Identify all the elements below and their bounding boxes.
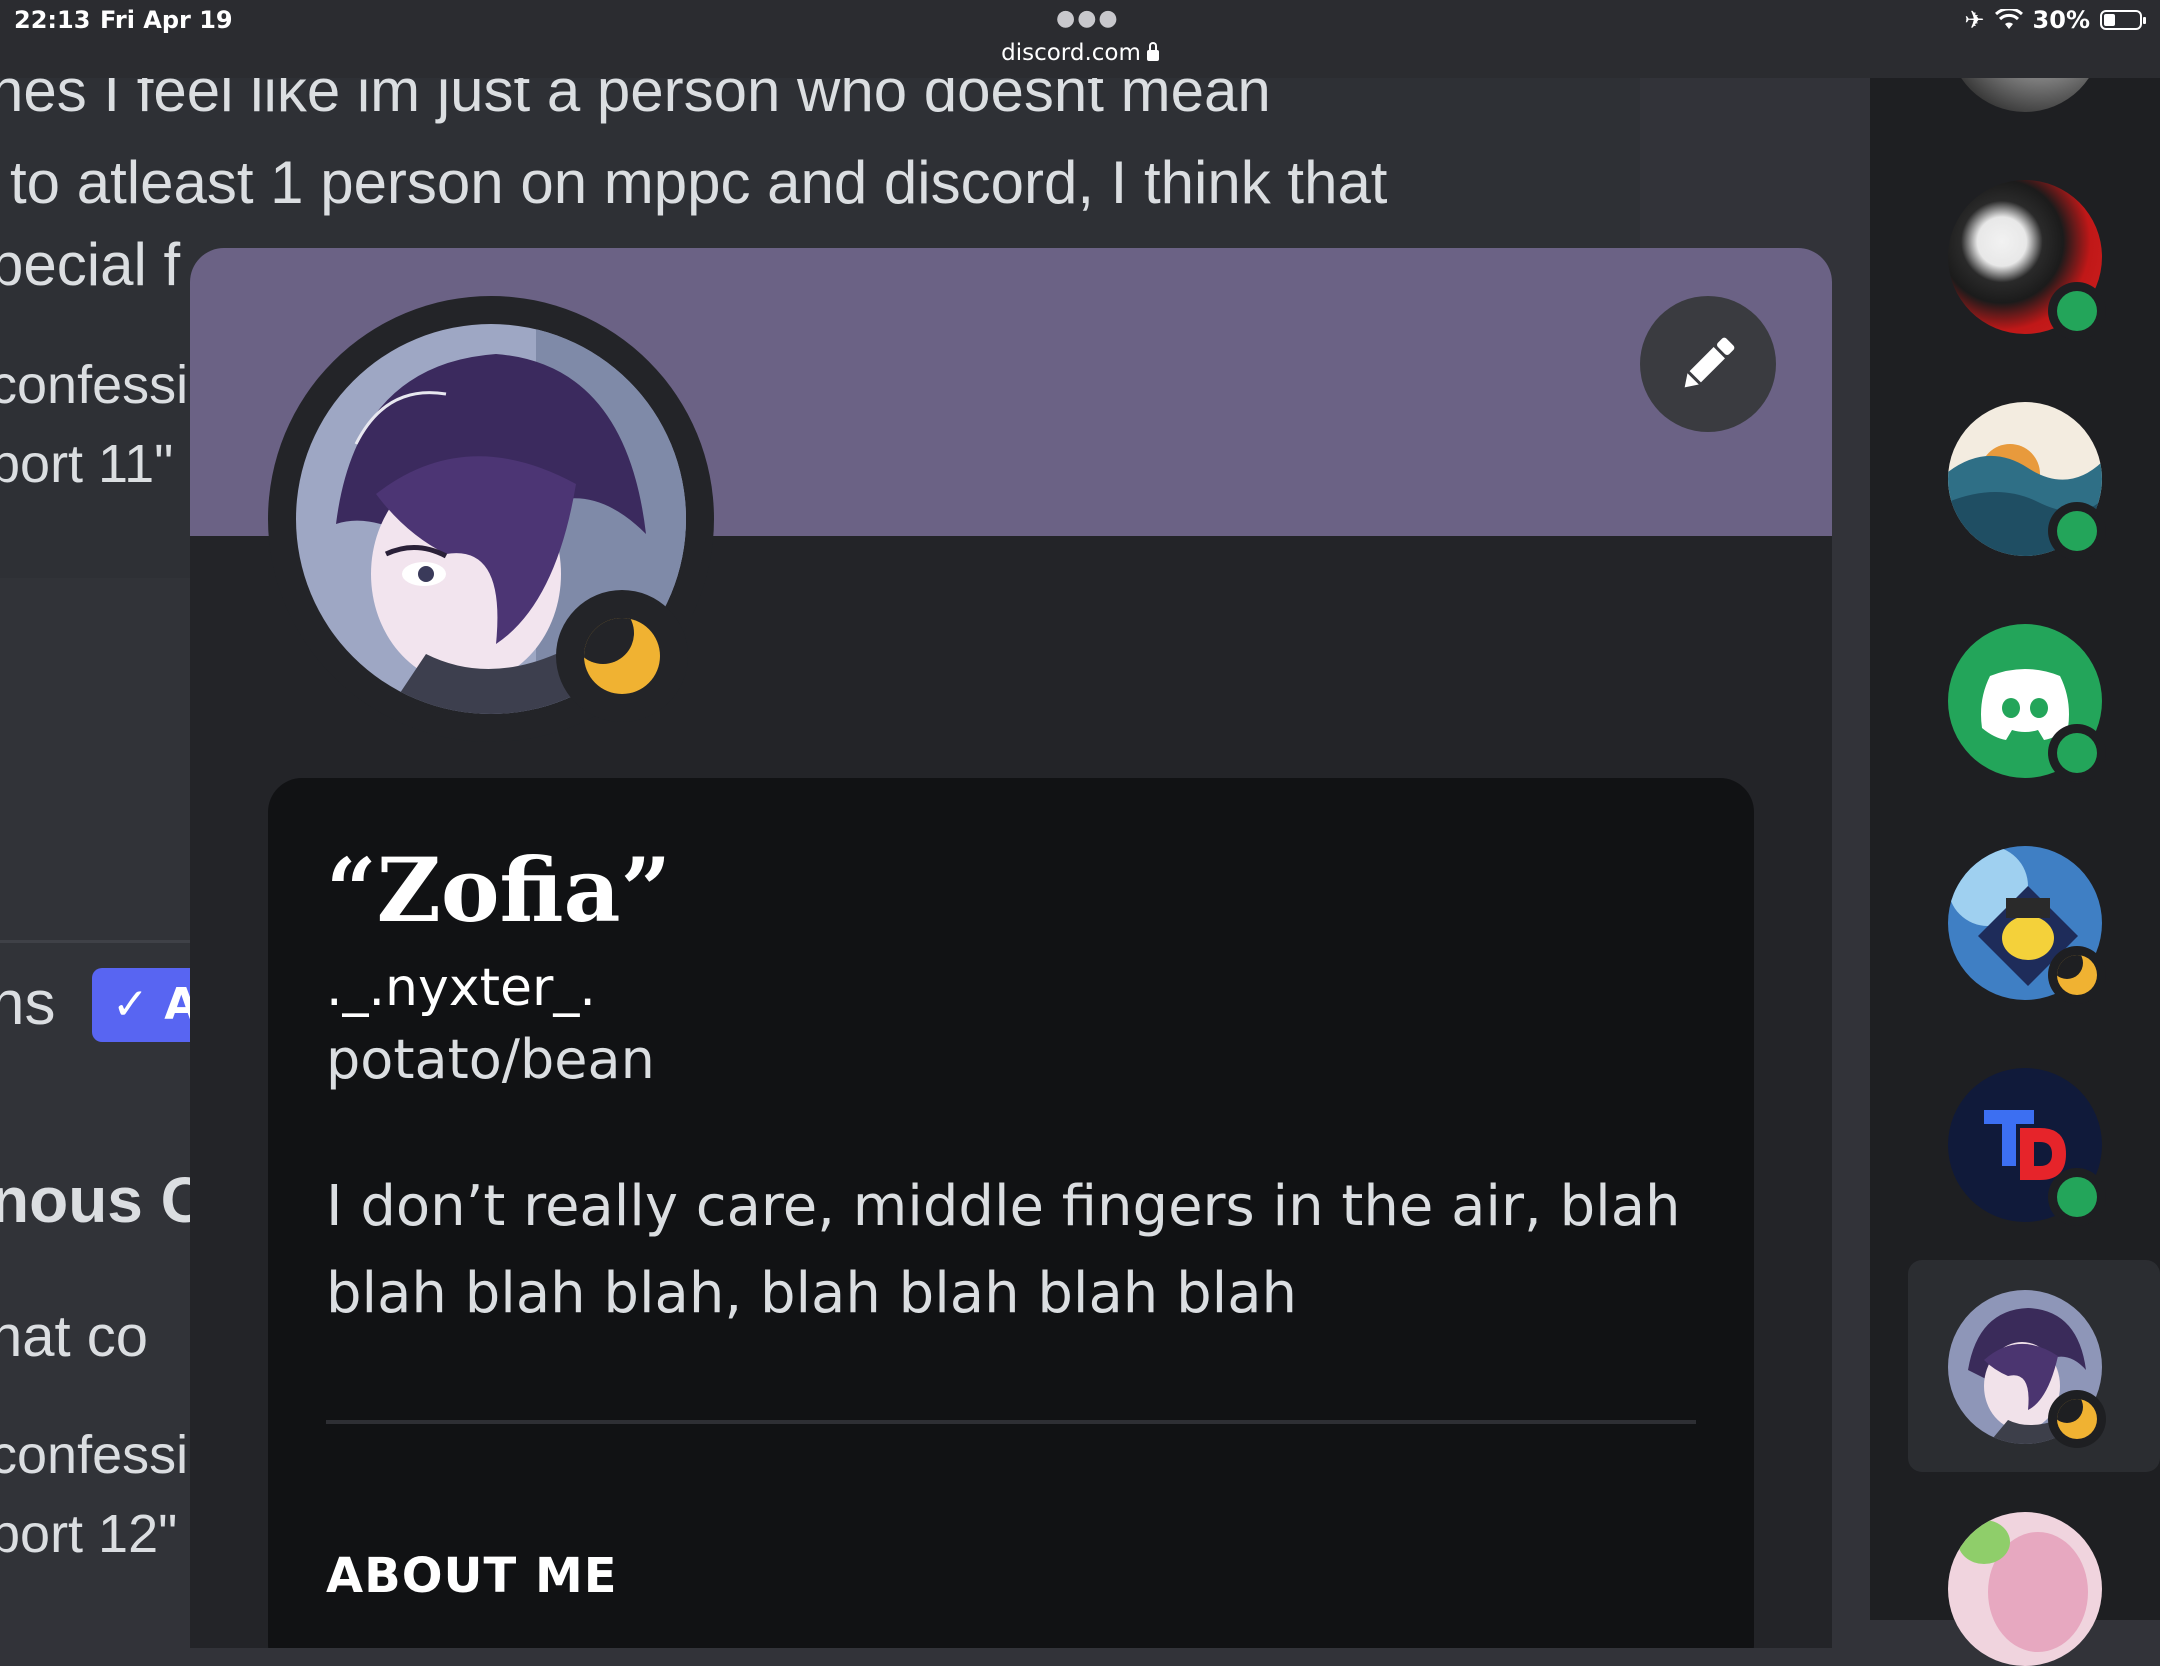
divider bbox=[0, 940, 200, 943]
chat-line: hat co bbox=[0, 1304, 148, 1369]
bio-text: I don’t really care, middle fingers in t… bbox=[326, 1174, 1681, 1326]
status-time: 22:13 bbox=[14, 6, 91, 34]
battery-percent: 30% bbox=[2032, 6, 2090, 34]
username[interactable]: ._.nyxter_. bbox=[326, 958, 596, 1018]
online-status-icon bbox=[2048, 502, 2106, 560]
url-text: discord.com bbox=[1001, 40, 1141, 66]
chat-line: port 12" bbox=[0, 1504, 178, 1564]
pencil-icon bbox=[1684, 337, 1735, 388]
more-dots-icon[interactable]: ●●● bbox=[1056, 6, 1120, 31]
heading-fragment: nous C bbox=[0, 1164, 207, 1236]
status-bar: 22:13 Fri Apr 19 ●●● discord.com ✈ 30% bbox=[0, 0, 2160, 78]
about-me-title: ABOUT ME bbox=[326, 1548, 618, 1604]
profile-modal: “Zofia” ._.nyxter_. potato/bean I don’t … bbox=[190, 248, 1832, 1648]
chat-line: confessi bbox=[0, 1425, 189, 1485]
online-status-icon bbox=[2048, 1168, 2106, 1226]
chat-line: to atleast 1 person on mppc and discord,… bbox=[10, 149, 1388, 216]
chat-line: confessi bbox=[0, 355, 189, 415]
channel-title-fragment: ns bbox=[0, 969, 56, 1038]
battery-icon bbox=[2100, 10, 2146, 30]
status-date: Fri Apr 19 bbox=[100, 6, 233, 34]
wifi-icon bbox=[1994, 9, 2023, 29]
divider bbox=[326, 1420, 1696, 1424]
address-bar[interactable]: discord.com bbox=[0, 40, 2160, 66]
check-icon: ✓ bbox=[112, 979, 149, 1030]
chat-line: port 11" bbox=[0, 434, 174, 494]
server-icon[interactable] bbox=[1948, 1512, 2102, 1666]
online-status-icon bbox=[2048, 282, 2106, 340]
lock-icon bbox=[1146, 42, 1159, 61]
pronouns: potato/bean bbox=[326, 1028, 655, 1091]
idle-status-icon bbox=[2048, 1390, 2106, 1448]
profile-info-card: “Zofia” ._.nyxter_. potato/bean I don’t … bbox=[268, 778, 1754, 1648]
airplane-icon: ✈ bbox=[1964, 6, 1985, 34]
online-status-icon bbox=[2048, 724, 2106, 782]
idle-status-icon bbox=[556, 590, 688, 722]
display-name: “Zofia” bbox=[326, 838, 672, 942]
idle-status-icon bbox=[2048, 946, 2106, 1004]
edit-profile-button[interactable] bbox=[1640, 296, 1776, 432]
chat-line: pecial f bbox=[0, 231, 181, 298]
